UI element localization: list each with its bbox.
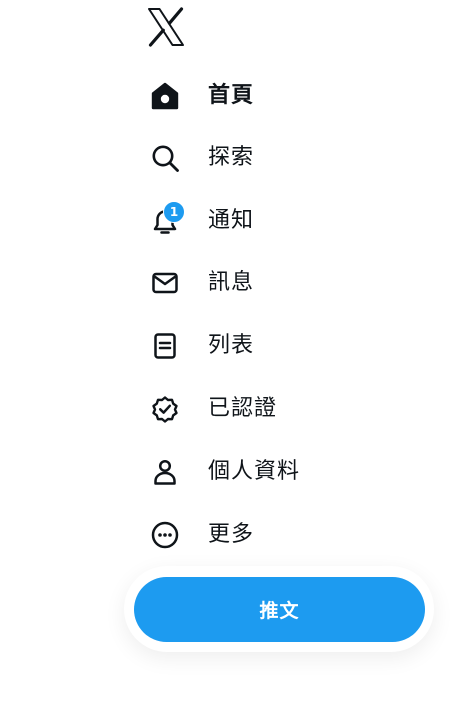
notification-count-badge: 1 [163,201,185,223]
nav-item-verified-label: 已認證 [208,396,278,421]
more-circle-icon [150,520,180,550]
nav-item-verified[interactable]: 已認證 [140,385,293,433]
nav-item-messages-label: 訊息 [208,270,255,295]
nav-item-more[interactable]: 更多 [140,511,270,559]
nav-item-home-label: 首頁 [208,83,255,108]
x-logo-link[interactable] [145,6,187,48]
nav-item-lists[interactable]: 列表 [140,322,270,370]
search-icon [150,143,180,173]
nav-item-profile[interactable]: 個人資料 [140,448,316,496]
nav-item-messages[interactable]: 訊息 [140,259,270,307]
nav-item-home[interactable]: 首頁 [140,72,270,120]
nav-item-more-label: 更多 [208,522,255,547]
nav-item-notifications-label: 通知 [208,208,255,233]
nav-item-explore-label: 探索 [208,145,255,170]
nav-item-lists-label: 列表 [208,333,255,358]
envelope-icon [150,268,180,298]
list-icon [150,331,180,361]
home-icon [150,81,180,111]
nav-item-notifications[interactable]: 1 通知 [140,197,270,245]
nav-item-profile-label: 個人資料 [208,459,301,484]
nav-item-explore[interactable]: 探索 [140,134,270,182]
x-logo-icon [148,7,184,47]
person-icon [150,457,180,487]
tweet-button[interactable]: 推文 [134,577,425,642]
sidebar-nav: 首頁 探索 1 通知 訊息 列表 已認證 個人資料 更多 推文 [0,0,462,708]
bell-icon: 1 [150,201,185,236]
verified-badge-icon [150,394,180,424]
